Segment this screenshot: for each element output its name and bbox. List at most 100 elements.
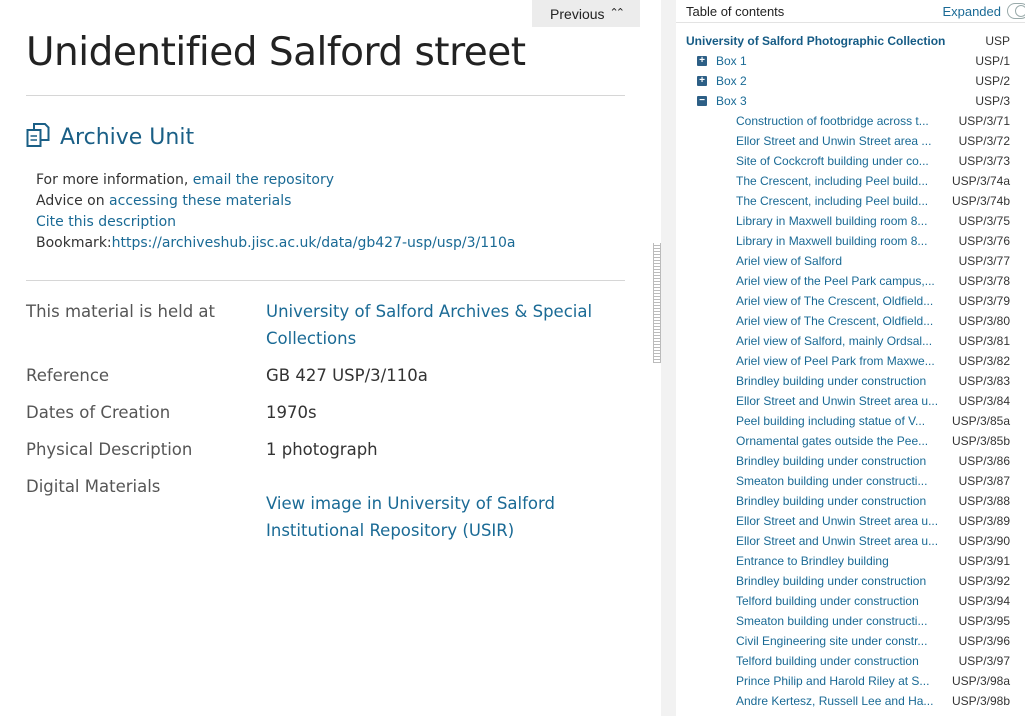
- toc-item[interactable]: Ariel view of Salford USP/3/77: [676, 251, 1025, 271]
- view-image-link[interactable]: View image in University of Salford Inst…: [266, 494, 555, 540]
- toc-item[interactable]: Brindley building under construction USP/…: [676, 491, 1025, 511]
- expand-plus-icon[interactable]: +: [697, 56, 707, 66]
- toc-item[interactable]: Ellor Street and Unwin Street area u... U…: [676, 391, 1025, 411]
- toc-item-title[interactable]: Site of Cockcroft building under co...: [736, 151, 944, 171]
- toc-box-item[interactable]: + Box 2 USP/2: [676, 71, 1025, 91]
- toc-item[interactable]: Construction of footbridge across t... US…: [676, 111, 1025, 131]
- toc-box-item[interactable]: − Box 3 USP/3: [676, 91, 1025, 111]
- toc-item-ref: USP/3/96: [958, 634, 1010, 648]
- toc-item-title[interactable]: Brindley building under construction: [736, 371, 944, 391]
- repository-link[interactable]: University of Salford Archives & Special…: [266, 302, 592, 348]
- toc-item[interactable]: Library in Maxwell building room 8... USP…: [676, 231, 1025, 251]
- toc-item-title[interactable]: Brindley building under construction: [736, 451, 944, 471]
- previous-button[interactable]: Previous ⌃⌃: [532, 0, 640, 27]
- collapse-minus-icon[interactable]: −: [697, 96, 707, 106]
- detail-row-held: This material is held at University of S…: [26, 298, 626, 352]
- toc-item-ref: USP/3/85a: [951, 414, 1010, 428]
- toc-item-title[interactable]: Ellor Street and Unwin Street area u...: [736, 391, 944, 411]
- toc-item-title[interactable]: Ariel view of The Crescent, Oldfield...: [736, 291, 944, 311]
- toc-item-title[interactable]: Entrance to Brindley building: [736, 551, 944, 571]
- toc-item[interactable]: Ariel view of Peel Park from Maxwe... USP…: [676, 351, 1025, 371]
- toc-item-title[interactable]: Construction of footbridge across t...: [736, 111, 944, 131]
- toc-item-ref: USP/3/94: [958, 594, 1010, 608]
- toc-item[interactable]: Ornamental gates outside the Pee... USP/3…: [676, 431, 1025, 451]
- toc-item[interactable]: Ellor Street and Unwin Street area u... U…: [676, 511, 1025, 531]
- toc-item[interactable]: Andre Kertesz, Russell Lee and Ha... USP/…: [676, 691, 1025, 711]
- toc-item-title[interactable]: Ariel view of Salford, mainly Ordsal...: [736, 331, 944, 351]
- expand-plus-icon[interactable]: +: [697, 76, 707, 86]
- toc-item[interactable]: Ellor Street and Unwin Street area ... US…: [676, 131, 1025, 151]
- toc-item-ref: USP/3/72: [958, 134, 1010, 148]
- toc-item-title[interactable]: Prince Philip and Harold Riley at S...: [736, 671, 944, 691]
- toc-item[interactable]: Entrance to Brindley building USP/3/91: [676, 551, 1025, 571]
- toc-item[interactable]: Site of Cockcroft building under co... US…: [676, 151, 1025, 171]
- toc-item[interactable]: The Crescent, including Peel build... USP…: [676, 191, 1025, 211]
- toc-item-title[interactable]: Brindley building under construction: [736, 571, 944, 591]
- accessing-materials-link[interactable]: accessing these materials: [109, 193, 291, 209]
- toc-item[interactable]: Brindley building under construction USP/…: [676, 571, 1025, 591]
- toc-item-ref: USP/3/77: [958, 254, 1010, 268]
- toc-root-ref: USP: [985, 34, 1010, 48]
- toc-item[interactable]: Ariel view of Salford, mainly Ordsal... U…: [676, 331, 1025, 351]
- toc-item[interactable]: The Crescent, including Peel build... USP…: [676, 171, 1025, 191]
- toc-item-title[interactable]: Ariel view of the Peel Park campus,...: [736, 271, 944, 291]
- toc-item-title[interactable]: Andre Kertesz, Russell Lee and Ha...: [736, 691, 944, 711]
- toc-item[interactable]: Library in Maxwell building room 8... USP…: [676, 211, 1025, 231]
- toc-box-ref: USP/3: [975, 94, 1010, 108]
- toc-item[interactable]: Brindley building under construction USP/…: [676, 451, 1025, 471]
- toc-item-title[interactable]: Peel building including statue of V...: [736, 411, 944, 431]
- dates-label: Dates of Creation: [26, 403, 171, 422]
- expanded-toggle[interactable]: Expanded: [942, 3, 1025, 19]
- info-block: For more information, email the reposito…: [36, 170, 516, 254]
- toc-item-title[interactable]: Ellor Street and Unwin Street area u...: [736, 531, 944, 551]
- toc-item[interactable]: Telford building under construction USP/3…: [676, 591, 1025, 611]
- toc-item[interactable]: Ariel view of The Crescent, Oldfield... U…: [676, 311, 1025, 331]
- toc-item-ref: USP/3/89: [958, 514, 1010, 528]
- toc-item-ref: USP/3/74b: [951, 194, 1010, 208]
- toc-item-title[interactable]: Smeaton building under constructi...: [736, 471, 944, 491]
- toc-item[interactable]: Smeaton building under constructi... USP/…: [676, 471, 1025, 491]
- toc-item-title[interactable]: Ornamental gates outside the Pee...: [736, 431, 944, 451]
- detail-row-physical: Physical Description 1 photograph: [26, 436, 626, 463]
- toc-item-title[interactable]: The Crescent, including Peel build...: [736, 171, 944, 191]
- toc-item-title[interactable]: Ariel view of Peel Park from Maxwe...: [736, 351, 944, 371]
- toc-item[interactable]: Civil Engineering site under constr... US…: [676, 631, 1025, 651]
- toc-item-title[interactable]: Civil Engineering site under constr...: [736, 631, 944, 651]
- toc-item[interactable]: Telford building under construction USP/3…: [676, 651, 1025, 671]
- digital-label: Digital Materials: [26, 477, 161, 496]
- toc-item[interactable]: Ariel view of The Crescent, Oldfield... U…: [676, 291, 1025, 311]
- toc-item-title[interactable]: The Crescent, including Peel build...: [736, 191, 944, 211]
- pane-resize-handle[interactable]: [653, 243, 661, 363]
- toc-item-title[interactable]: Ariel view of Salford: [736, 251, 944, 271]
- toc-item[interactable]: Brindley building under construction USP/…: [676, 371, 1025, 391]
- toc-item[interactable]: Ellor Street and Unwin Street area u... U…: [676, 531, 1025, 551]
- toc-item-ref: USP/3/82: [958, 354, 1010, 368]
- toc-item-title[interactable]: Brindley building under construction: [736, 491, 944, 511]
- toc-item-title[interactable]: Telford building under construction: [736, 651, 944, 671]
- toc-box-item[interactable]: + Box 1 USP/1: [676, 51, 1025, 71]
- more-info-line: For more information, email the reposito…: [36, 170, 516, 191]
- toggle-switch-icon: [1007, 3, 1025, 19]
- toc-item-ref: USP/3/79: [958, 294, 1010, 308]
- cite-description-link[interactable]: Cite this description: [36, 214, 176, 230]
- email-repository-link[interactable]: email the repository: [193, 172, 334, 188]
- toc-item-ref: USP/3/98b: [951, 694, 1010, 708]
- toc-item-title[interactable]: Smeaton building under constructi...: [736, 611, 944, 631]
- toc-item-title[interactable]: Library in Maxwell building room 8...: [736, 211, 944, 231]
- toc-item[interactable]: Peel building including statue of V... US…: [676, 411, 1025, 431]
- toc-root-item[interactable]: University of Salford Photographic Colle…: [676, 31, 1025, 51]
- bookmark-label: Bookmark:: [36, 235, 112, 251]
- toc-item[interactable]: Prince Philip and Harold Riley at S... US…: [676, 671, 1025, 691]
- toc-item-title[interactable]: Telford building under construction: [736, 591, 944, 611]
- bookmark-url-link[interactable]: https://archiveshub.jisc.ac.uk/data/gb42…: [112, 235, 516, 251]
- toc-item-title[interactable]: Ariel view of The Crescent, Oldfield...: [736, 311, 944, 331]
- toc-item-title[interactable]: Library in Maxwell building room 8...: [736, 231, 944, 251]
- toc-item-title[interactable]: Ellor Street and Unwin Street area ...: [736, 131, 944, 151]
- toc-item-ref: USP/3/85b: [951, 434, 1010, 448]
- toc-item-ref: USP/3/73: [958, 154, 1010, 168]
- toc-item-title[interactable]: Ellor Street and Unwin Street area u...: [736, 511, 944, 531]
- toc-item[interactable]: Smeaton building under constructi... USP/…: [676, 611, 1025, 631]
- toc-box-ref: USP/1: [975, 54, 1010, 68]
- toc-item[interactable]: Ariel view of the Peel Park campus,... US…: [676, 271, 1025, 291]
- toc-tree: University of Salford Photographic Colle…: [676, 23, 1025, 711]
